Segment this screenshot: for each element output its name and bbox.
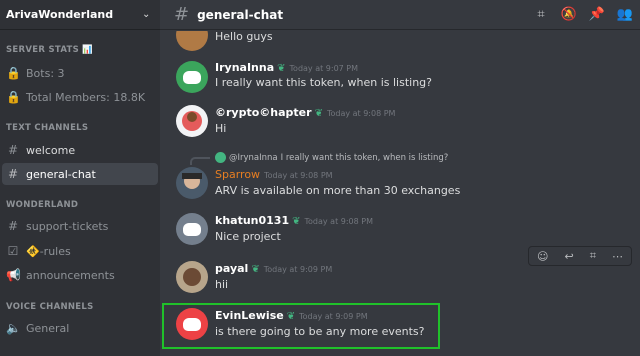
- avatar[interactable]: [176, 105, 208, 137]
- message-item[interactable]: Hello guys: [160, 31, 640, 51]
- channel-welcome[interactable]: # welcome: [2, 139, 158, 161]
- message-text: Hi: [215, 122, 227, 135]
- speaker-icon: 🔈: [6, 321, 21, 335]
- message-item[interactable]: payal ❦ Today at 9:09 PM hii: [160, 259, 640, 303]
- reply-text: I really want this token, when is listin…: [280, 152, 449, 163]
- message-list: Hello guys IrynaInna ❦ Today at 9:07 PM I …: [160, 31, 640, 356]
- lock-icon: 🔒: [6, 90, 21, 104]
- sprout-icon: ❦: [292, 216, 301, 227]
- message-text: Hello guys: [215, 31, 273, 43]
- category-voice-channels[interactable]: VOICE CHANNELS: [0, 302, 100, 312]
- channel-label: general-chat: [26, 167, 96, 181]
- highlight-box: [162, 303, 440, 349]
- channel-label: welcome: [26, 143, 76, 157]
- reply-user: @IrynaInna: [229, 152, 278, 163]
- message-text: I really want this token, when is listin…: [215, 76, 432, 89]
- lock-icon: 🔒: [6, 66, 21, 80]
- username[interactable]: IrynaInna ❦ Today at 9:07 PM: [215, 61, 358, 74]
- avatar[interactable]: [176, 261, 208, 293]
- message-item[interactable]: IrynaInna ❦ Today at 9:07 PM I really want…: [160, 59, 640, 103]
- message-text: Nice project: [215, 230, 281, 243]
- reply-avatar: [215, 152, 226, 163]
- message-text: hii: [215, 278, 229, 291]
- channel-rules[interactable]: ☑ 🚸-rules: [2, 240, 158, 262]
- category-server-stats[interactable]: SERVER STATS 📊: [0, 45, 99, 55]
- username-text: Sparrow: [215, 168, 261, 181]
- avatar[interactable]: [176, 31, 208, 51]
- channel-general-chat[interactable]: # general-chat: [2, 163, 158, 185]
- avatar-icon: [182, 173, 202, 189]
- hash-icon: #: [174, 4, 190, 25]
- channel-bots[interactable]: 🔒 Bots: 3: [2, 62, 158, 84]
- hash-icon: #: [7, 167, 19, 181]
- reply-preview[interactable]: @IrynaInna I really want this token, whe…: [215, 152, 448, 163]
- username[interactable]: khatun0131 ❦ Today at 9:08 PM: [215, 214, 373, 227]
- category-wonderland[interactable]: WONDERLAND: [0, 200, 84, 210]
- message-text: ARV is available on more than 30 exchang…: [215, 184, 461, 197]
- channel-label: Total Members: 18.8K: [26, 90, 146, 104]
- members-icon[interactable]: 👥: [616, 6, 634, 24]
- channel-label: announcements: [26, 268, 115, 282]
- pin-icon[interactable]: 📌: [588, 6, 606, 24]
- chevron-down-icon[interactable]: ⌄: [142, 9, 152, 20]
- channel-label: Bots: 3: [26, 66, 65, 80]
- timestamp: Today at 9:08 PM: [264, 171, 333, 180]
- hash-icon: #: [7, 219, 19, 233]
- hash-icon: #: [7, 143, 19, 157]
- avatar[interactable]: [176, 61, 208, 93]
- username-text: ©rypto©hapter: [215, 106, 312, 119]
- timestamp: Today at 9:07 PM: [289, 64, 359, 73]
- username[interactable]: Sparrow Today at 9:08 PM: [215, 168, 333, 181]
- timestamp: Today at 9:08 PM: [326, 109, 396, 118]
- username-text: IrynaInna: [215, 61, 275, 74]
- channel-title: general-chat: [197, 7, 284, 22]
- threads-icon[interactable]: ⌗: [532, 6, 550, 24]
- checkbox-icon: ☑: [7, 244, 19, 258]
- avatar-icon: [183, 268, 201, 286]
- server-name: ArivaWonderland: [6, 8, 114, 21]
- message-item[interactable]: ©rypto©hapter ❦ Today at 9:08 PM Hi: [160, 105, 640, 149]
- timestamp: Today at 9:08 PM: [304, 217, 374, 226]
- username[interactable]: ©rypto©hapter ❦ Today at 9:08 PM: [215, 106, 395, 119]
- channel-label: support-tickets: [26, 219, 109, 233]
- sprout-icon: ❦: [251, 264, 260, 275]
- sprout-icon: ❦: [314, 108, 323, 119]
- category-text-channels[interactable]: TEXT CHANNELS: [0, 123, 94, 133]
- channel-label: 🚸-rules: [26, 244, 71, 258]
- username-text: khatun0131: [215, 214, 290, 227]
- channel-announcements[interactable]: 📢 announcements: [2, 264, 158, 286]
- avatar[interactable]: [176, 213, 208, 245]
- username-text: payal: [215, 262, 249, 275]
- avatar-icon: [182, 111, 202, 131]
- sidebar: ArivaWonderland ⌄ SERVER STATS 📊 🔒 Bots: …: [0, 0, 160, 356]
- channel-label: General: [26, 321, 70, 335]
- sprout-icon: ❦: [277, 63, 286, 74]
- mute-bell-icon[interactable]: 🔕: [560, 6, 578, 24]
- megaphone-icon: 📢: [6, 268, 21, 282]
- discord-icon: [183, 222, 201, 236]
- channel-total-members[interactable]: 🔒 Total Members: 18.8K: [2, 86, 158, 108]
- server-header[interactable]: ArivaWonderland ⌄: [0, 0, 160, 30]
- channel-header: # general-chat ⌗ 🔕 📌 👥: [160, 0, 640, 30]
- discord-icon: [183, 70, 201, 84]
- channel-voice-general[interactable]: 🔈 General: [2, 317, 158, 339]
- message-item[interactable]: @IrynaInna I really want this token, whe…: [160, 152, 640, 207]
- timestamp: Today at 9:09 PM: [263, 265, 333, 274]
- reply-connector: [190, 157, 210, 165]
- channel-support-tickets[interactable]: # support-tickets: [2, 215, 158, 237]
- avatar[interactable]: [176, 167, 208, 199]
- username[interactable]: payal ❦ Today at 9:09 PM: [215, 262, 332, 275]
